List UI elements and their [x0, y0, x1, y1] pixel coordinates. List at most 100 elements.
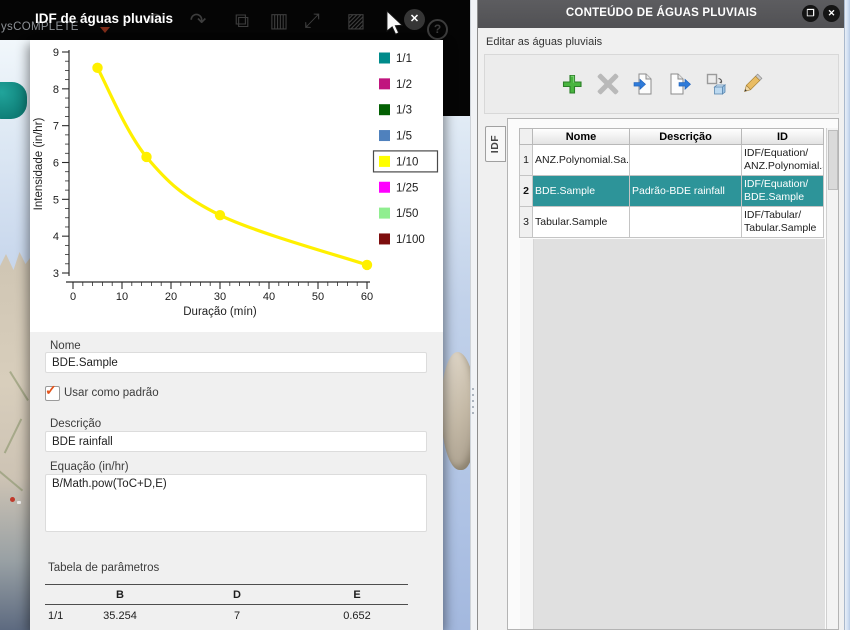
- terrain-left: [0, 252, 30, 630]
- legend-label[interactable]: 1/10: [396, 156, 418, 168]
- legend-swatch[interactable]: [379, 181, 390, 193]
- check-icon: ✓: [45, 382, 57, 398]
- data-point[interactable]: [214, 209, 226, 221]
- nome-cell[interactable]: ANZ.Polynomial.Sa...: [533, 145, 630, 176]
- dialog-form: Nome ✓ Usar como padrão Descrição Equaçã…: [30, 332, 443, 630]
- legend-swatch[interactable]: [379, 207, 390, 219]
- descricao-cell[interactable]: Padrão-BDE rainfall: [630, 176, 742, 207]
- legend-label[interactable]: 1/3: [396, 105, 412, 117]
- legend-label[interactable]: 1/5: [396, 131, 412, 143]
- legend-label[interactable]: 1/100: [396, 234, 425, 246]
- divider: [45, 584, 408, 585]
- param-row-d[interactable]: 7: [177, 610, 297, 622]
- default-checkbox-label[interactable]: Usar como padrão: [64, 387, 159, 399]
- dialog-title: IDF de águas pluviais: [35, 11, 174, 26]
- mouse-cursor-icon: [386, 10, 404, 35]
- row-number-cell[interactable]: 2: [519, 176, 533, 207]
- svg-text:8: 8: [53, 84, 59, 96]
- panel-subtitle: Editar as águas pluviais: [486, 36, 603, 48]
- import-button[interactable]: [632, 72, 656, 96]
- splitter-grip: [472, 412, 474, 414]
- add-button[interactable]: [560, 72, 584, 96]
- book-icon[interactable]: ▥: [266, 8, 292, 34]
- legend-label[interactable]: 1/25: [396, 182, 418, 194]
- equacao-textarea[interactable]: B/Math.pow(ToC+D,E): [45, 474, 427, 532]
- param-row-e[interactable]: 0.652: [307, 610, 407, 622]
- dropdown-arrow-icon[interactable]: [100, 27, 110, 33]
- data-point[interactable]: [141, 151, 152, 163]
- id-cell[interactable]: IDF/Equation/ BDE.Sample: [742, 176, 824, 207]
- legend-swatch[interactable]: [379, 52, 390, 64]
- table-row[interactable]: 2 BDE.Sample Padrão-BDE rainfall IDF/Equati…: [519, 176, 826, 207]
- help-icon[interactable]: ?: [427, 19, 448, 40]
- descricao-cell[interactable]: [630, 207, 742, 238]
- legend-swatch[interactable]: [379, 78, 390, 90]
- id-cell[interactable]: IDF/Tabular/ Tabular.Sample: [742, 207, 824, 238]
- tab-idf[interactable]: IDF: [485, 126, 506, 162]
- duplicate-button[interactable]: [704, 72, 728, 96]
- table-row[interactable]: 3 Tabular.Sample IDF/Tabular/ Tabular.Samp…: [519, 207, 826, 238]
- legend-label[interactable]: 1/50: [396, 208, 418, 220]
- grid-col-nome[interactable]: Nome: [533, 128, 630, 145]
- row-number-cell[interactable]: 3: [519, 207, 533, 238]
- select-icon[interactable]: ▨: [343, 8, 369, 34]
- id-cell[interactable]: IDF/Equation/ ANZ.Polynomial.Sa...: [742, 145, 824, 176]
- idf-dialog: 3 4 5 6 7 8 9 0 10 20 30 40 50 60 Duração (mín) Intensi…: [30, 40, 443, 630]
- edit-button[interactable]: [740, 72, 764, 96]
- legend-swatch[interactable]: [379, 104, 390, 116]
- idf-chart: 3 4 5 6 7 8 9 0 10 20 30 40 50 60 Duração (mín) Intensi…: [33, 47, 439, 318]
- panel-titlebar[interactable]: CONTEÚDO DE ÁGUAS PLUVIAIS ❐ ✕: [478, 0, 845, 28]
- nome-cell[interactable]: Tabular.Sample: [533, 207, 630, 238]
- data-point[interactable]: [361, 259, 373, 271]
- data-point[interactable]: [92, 62, 103, 74]
- grid-scrollbar[interactable]: [826, 128, 838, 629]
- nome-label: Nome: [50, 340, 81, 352]
- svg-text:5: 5: [53, 194, 59, 206]
- legend-swatch[interactable]: [379, 130, 390, 142]
- splitter-grip: [472, 388, 474, 390]
- param-row-label[interactable]: 1/1: [48, 610, 63, 622]
- close-panel-icon[interactable]: ✕: [823, 5, 840, 22]
- close-icon[interactable]: ✕: [404, 9, 425, 30]
- export-button[interactable]: [668, 72, 692, 96]
- grid-row-header-strip: [520, 239, 534, 629]
- tab-idf-label: IDF: [489, 134, 502, 154]
- svg-text:4: 4: [53, 231, 59, 243]
- svg-text:40: 40: [263, 291, 275, 303]
- equacao-label: Equação (in/hr): [50, 461, 129, 473]
- svg-text:50: 50: [312, 291, 324, 303]
- row-number-cell[interactable]: 1: [519, 145, 533, 176]
- panel-title: CONTEÚDO DE ÁGUAS PLUVIAIS: [565, 7, 758, 19]
- param-col-b: B: [116, 589, 124, 601]
- legend-label[interactable]: 1/1: [396, 53, 412, 65]
- table-row[interactable]: 1 ANZ.Polynomial.Sa... IDF/Equation/ ANZ.P…: [519, 145, 826, 176]
- delete-button[interactable]: [596, 72, 620, 96]
- stormwater-content-panel: CONTEÚDO DE ÁGUAS PLUVIAIS ❐ ✕ Editar as…: [477, 0, 845, 630]
- grid-col-descricao[interactable]: Descrição: [630, 128, 742, 145]
- nome-input[interactable]: [45, 352, 427, 373]
- svg-text:7: 7: [53, 121, 59, 133]
- map-marker: [10, 497, 15, 502]
- expand-icon[interactable]: ⤢: [299, 8, 325, 34]
- grid-col-id[interactable]: ID: [742, 128, 824, 145]
- legend-label[interactable]: 1/2: [396, 79, 412, 91]
- svg-text:0: 0: [70, 291, 76, 303]
- svg-text:Duração (mín): Duração (mín): [183, 306, 257, 318]
- window-edge: [844, 0, 850, 630]
- param-col-d: D: [233, 589, 241, 601]
- float-panel-icon[interactable]: ❐: [802, 5, 819, 22]
- param-row-b[interactable]: 35.254: [70, 610, 170, 622]
- svg-text:30: 30: [214, 291, 226, 303]
- svg-text:9: 9: [53, 47, 59, 59]
- default-checkbox[interactable]: ✓: [45, 382, 60, 401]
- nome-cell[interactable]: BDE.Sample: [533, 176, 630, 207]
- descricao-cell[interactable]: [630, 145, 742, 176]
- copy-icon[interactable]: ⧉: [229, 8, 255, 34]
- legend-swatch[interactable]: [379, 155, 390, 167]
- grid-empty-area: [520, 239, 825, 629]
- redo-icon[interactable]: ↷: [185, 8, 211, 34]
- descricao-input[interactable]: [45, 431, 427, 452]
- svg-text:60: 60: [361, 291, 373, 303]
- scrollbar-thumb[interactable]: [828, 130, 838, 190]
- legend-swatch[interactable]: [379, 233, 390, 245]
